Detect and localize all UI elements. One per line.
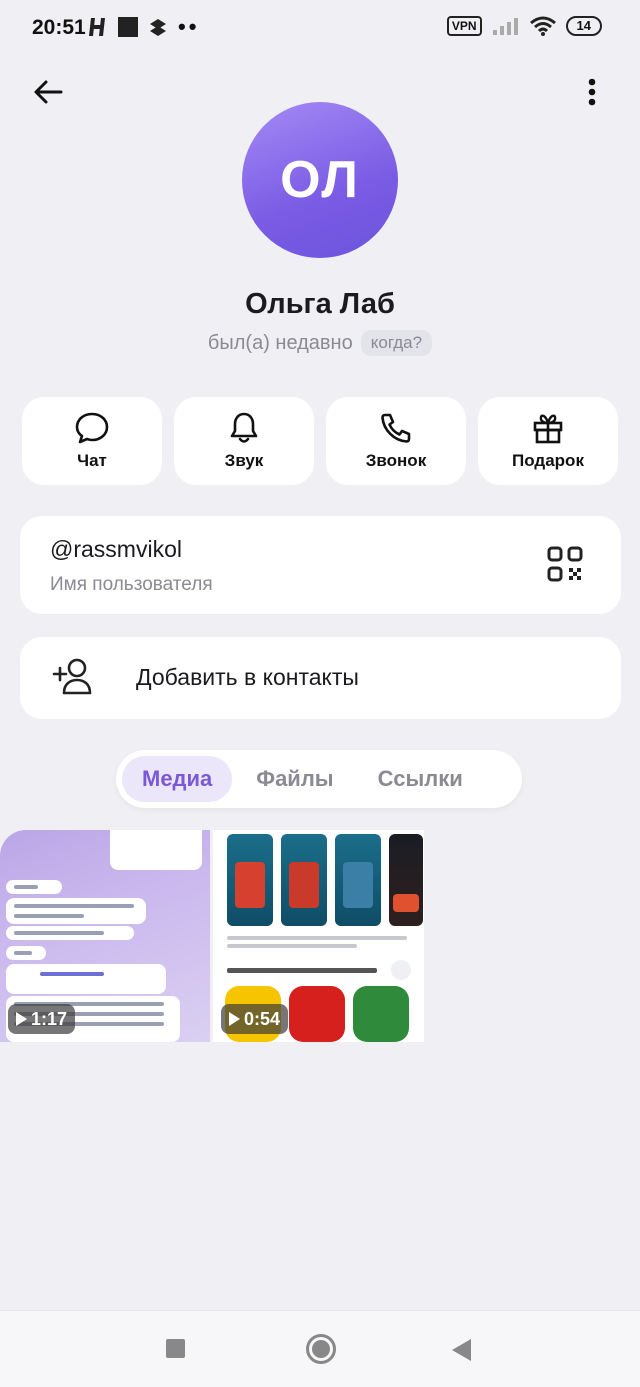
battery-indicator: 14 (565, 16, 602, 36)
signal-icon (492, 18, 518, 35)
gift-icon (533, 414, 563, 444)
bell-icon (230, 412, 258, 443)
recent-apps-icon[interactable] (166, 1339, 185, 1358)
media-thumbnail[interactable]: 1:17 (0, 830, 210, 1042)
tab-links[interactable]: Ссылки (358, 756, 483, 802)
gift-button[interactable]: Подарок (478, 397, 618, 485)
media-tabs: Медиа Файлы Ссылки (116, 750, 522, 808)
username-caption: Имя пользователя (50, 574, 213, 595)
square-icon (118, 17, 138, 37)
add-user-icon (52, 658, 92, 695)
wifi-icon (529, 16, 556, 36)
call-button-label: Звонок (365, 451, 427, 470)
phone-icon (381, 413, 411, 443)
more-vertical-icon (588, 78, 596, 106)
mute-button-label: Звук (224, 451, 264, 470)
last-seen-line: был(а) недавно когда? (0, 330, 640, 356)
chat-button-label: Чат (77, 451, 107, 470)
mute-button[interactable]: Звук (174, 397, 314, 485)
play-icon (229, 1012, 240, 1026)
username-card[interactable]: @rassmvikol Имя пользователя (20, 516, 621, 614)
add-contact-label: Добавить в контакты (136, 664, 359, 690)
profile-name: Ольга Лаб (245, 288, 395, 320)
back-triangle-icon[interactable] (452, 1339, 471, 1361)
media-thumbnail[interactable]: 0:54 (213, 830, 424, 1042)
when-chip[interactable]: когда? (360, 330, 433, 356)
chat-button[interactable]: Чат (22, 397, 162, 485)
chat-bubble-icon (75, 412, 109, 444)
qr-code-icon[interactable] (547, 546, 583, 582)
call-button[interactable]: Звонок (326, 397, 466, 485)
avatar[interactable]: ОЛ (242, 102, 398, 258)
play-icon (16, 1012, 27, 1026)
system-navigation-bar (0, 1310, 640, 1387)
more-notifications-icon: •• (178, 14, 200, 39)
vpn-badge: VPN (446, 16, 482, 36)
status-time: 20:51 (32, 16, 86, 39)
home-icon[interactable] (306, 1334, 336, 1364)
video-duration-badge: 1:17 (8, 1004, 76, 1034)
gift-button-label: Подарок (512, 451, 584, 470)
add-contact-button[interactable]: Добавить в контакты (20, 637, 621, 719)
dropbox-icon (150, 19, 166, 36)
tab-files[interactable]: Файлы (236, 756, 353, 802)
video-duration: 1:17 (31, 1008, 68, 1029)
back-button[interactable] (28, 72, 68, 112)
status-bar: 20:51 •• VPN 14 (0, 0, 640, 58)
video-duration: 0:54 (244, 1008, 281, 1029)
avatar-initials: ОЛ (280, 151, 360, 209)
video-duration-badge: 0:54 (221, 1004, 289, 1034)
action-buttons: Чат Звук Звонок Подарок (22, 397, 618, 485)
h-icon (89, 18, 105, 36)
username-value[interactable]: @rassmvikol (50, 536, 182, 563)
more-options-button[interactable] (572, 72, 612, 112)
arrow-left-icon (34, 80, 63, 104)
tab-media[interactable]: Медиа (122, 756, 233, 802)
last-seen-text: был(а) недавно (207, 331, 353, 354)
